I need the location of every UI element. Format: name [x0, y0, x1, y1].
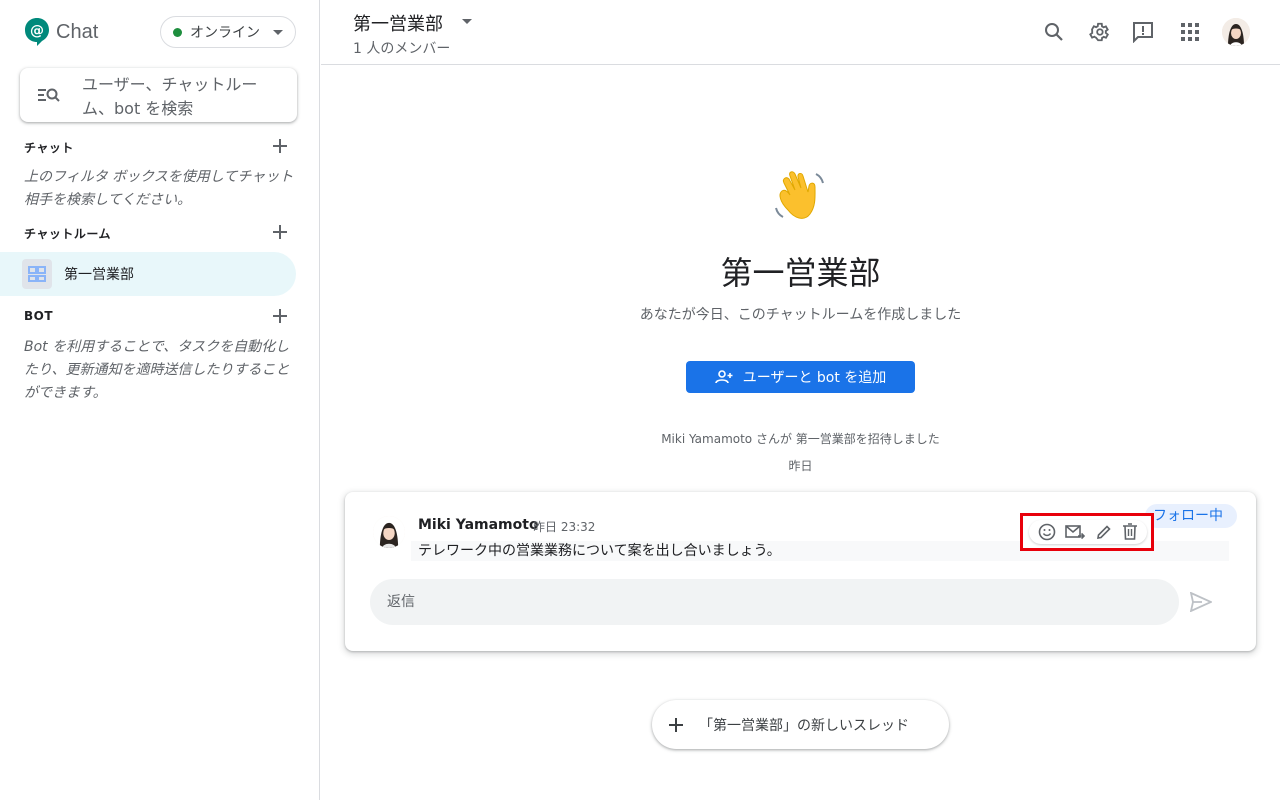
svg-text:@: @	[30, 23, 44, 39]
send-icon[interactable]	[1190, 592, 1212, 612]
account-avatar[interactable]	[1222, 18, 1250, 46]
apps-button[interactable]	[1174, 16, 1206, 48]
room-header: 第一営業部 1 人のメンバー	[321, 0, 1280, 65]
status-dropdown[interactable]: オンライン	[160, 16, 296, 48]
person-add-icon	[714, 370, 733, 384]
follow-toggle[interactable]: フォロー中	[1145, 504, 1237, 528]
app-name: Chat	[56, 20, 99, 43]
new-thread-button[interactable]: 「第一営業部」の新しいスレッド	[652, 700, 949, 749]
message-thread: Miki Yamamoto 昨日 23:32 テレワーク中の営業業務について案を…	[345, 492, 1256, 651]
member-count[interactable]: 1 人のメンバー	[353, 38, 450, 58]
add-chat-plus-icon[interactable]	[268, 134, 292, 158]
message-timestamp: 昨日 23:32	[533, 520, 596, 534]
emoji-icon[interactable]	[1038, 523, 1056, 541]
feedback-button[interactable]	[1127, 16, 1159, 48]
sidebar-item-room[interactable]: 第一営業部	[0, 252, 296, 296]
section-title-bot: BOT	[24, 309, 54, 323]
chat-empty-hint: 上のフィルタ ボックスを使用してチャット相手を検索してください。	[24, 169, 294, 208]
filter-search-icon	[38, 88, 60, 102]
room-title[interactable]: 第一営業部	[353, 10, 443, 36]
room-intro-title: 第一営業部	[720, 254, 881, 292]
gear-icon	[1089, 22, 1109, 42]
status-label: オンライン	[190, 25, 260, 41]
sidebar: @ Chat オンライン ユーザー、チャットルーム、bot を検索 チャット 上…	[0, 0, 320, 800]
settings-button[interactable]	[1083, 16, 1115, 48]
delete-icon[interactable]	[1122, 523, 1138, 541]
edit-icon[interactable]	[1095, 523, 1113, 541]
message-author[interactable]: Miki Yamamoto	[418, 517, 539, 533]
waving-hand-icon	[775, 171, 824, 219]
status-dot	[173, 27, 182, 37]
message-actions-toolbar	[1029, 520, 1147, 544]
search-button[interactable]	[1038, 16, 1070, 48]
room-grid-icon	[22, 259, 52, 289]
chat-logo-icon: @	[25, 18, 49, 46]
message-actions-highlight	[1020, 513, 1154, 551]
forward-to-inbox-icon[interactable]	[1065, 524, 1086, 540]
section-title-chat: チャット	[24, 141, 74, 155]
chevron-down-icon	[273, 30, 283, 35]
apps-grid-icon	[1181, 23, 1199, 41]
room-intro-subtitle: あなたが今日、このチャットルームを作成しました	[639, 307, 962, 323]
chevron-down-icon[interactable]	[462, 19, 472, 24]
search-box[interactable]: ユーザー、チャットルーム、bot を検索	[20, 68, 297, 122]
plus-icon	[669, 717, 683, 732]
sidebar-item-label: 第一営業部	[64, 267, 134, 283]
app-logo[interactable]: @ Chat	[24, 17, 98, 47]
bot-empty-hint: Bot を利用することで、タスクを自動化したり、更新通知を適時送信したりすること…	[24, 339, 290, 401]
search-input[interactable]: ユーザー、チャットルーム、bot を検索	[82, 73, 282, 121]
system-message: Miki Yamamoto さんが 第一営業部を招待しました	[661, 432, 940, 446]
author-avatar[interactable]	[373, 516, 405, 548]
add-button-label: ユーザーと bot を追加	[742, 370, 887, 386]
date-divider: 昨日	[788, 459, 813, 473]
add-bot-plus-icon[interactable]	[268, 304, 292, 328]
add-people-bots-button[interactable]: ユーザーと bot を追加	[686, 361, 915, 393]
add-room-plus-icon[interactable]	[268, 220, 292, 244]
reply-input[interactable]: 返信	[370, 579, 1179, 625]
search-icon	[1045, 23, 1063, 41]
new-thread-label: 「第一営業部」の新しいスレッド	[699, 717, 909, 734]
section-title-rooms: チャットルーム	[24, 227, 112, 241]
feedback-icon	[1133, 22, 1153, 43]
